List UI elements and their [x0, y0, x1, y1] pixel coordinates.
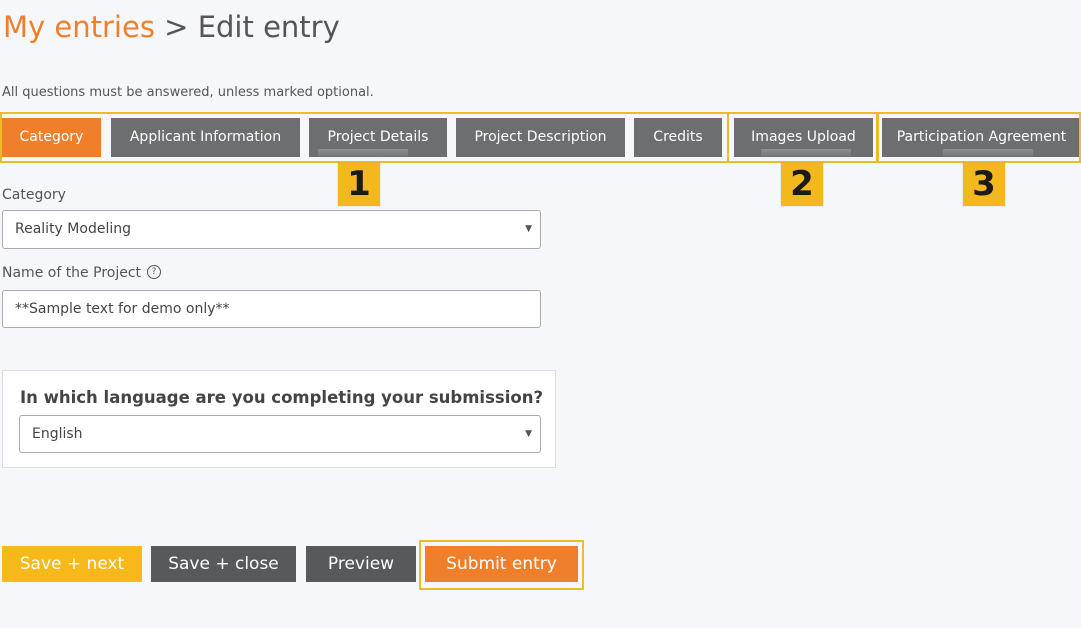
- chevron-down-icon: ▼: [525, 429, 532, 439]
- callout-badge-2: 2: [761, 149, 851, 206]
- save-next-button[interactable]: Save + next: [2, 546, 142, 582]
- help-icon[interactable]: ?: [147, 265, 162, 279]
- language-question: In which language are you completing you…: [20, 388, 544, 407]
- save-close-button[interactable]: Save + close: [151, 546, 296, 582]
- category-select-value: Reality Modeling: [15, 221, 131, 237]
- callout-badge-3: 3: [943, 149, 1033, 206]
- language-select[interactable]: English ▼: [19, 415, 541, 453]
- page-title: My entries > Edit entry: [3, 9, 340, 45]
- preview-button[interactable]: Preview: [306, 546, 416, 582]
- tab-category[interactable]: Category: [2, 118, 101, 157]
- project-name-label-text: Name of the Project: [2, 265, 142, 281]
- breadcrumb-separator: >: [164, 10, 189, 44]
- language-select-value: English: [32, 426, 83, 442]
- category-label: Category: [2, 187, 66, 203]
- breadcrumb-my-entries-link[interactable]: My entries: [3, 10, 155, 44]
- project-name-label: Name of the Project?: [2, 265, 162, 281]
- project-name-input-value: **Sample text for demo only**: [15, 301, 230, 317]
- tab-project-description[interactable]: Project Description: [456, 118, 625, 157]
- breadcrumb-current: Edit entry: [197, 10, 340, 44]
- submit-entry-button[interactable]: Submit entry: [425, 546, 578, 582]
- chevron-down-icon: ▼: [525, 224, 532, 234]
- instructions-text: All questions must be answered, unless m…: [2, 85, 374, 100]
- tab-applicant-information[interactable]: Applicant Information: [111, 118, 300, 157]
- language-panel: In which language are you completing you…: [2, 370, 556, 468]
- project-name-input[interactable]: **Sample text for demo only**: [2, 290, 541, 328]
- callout-badge-1: 1: [318, 149, 408, 206]
- category-select[interactable]: Reality Modeling ▼: [2, 210, 541, 249]
- tab-credits[interactable]: Credits: [634, 118, 722, 157]
